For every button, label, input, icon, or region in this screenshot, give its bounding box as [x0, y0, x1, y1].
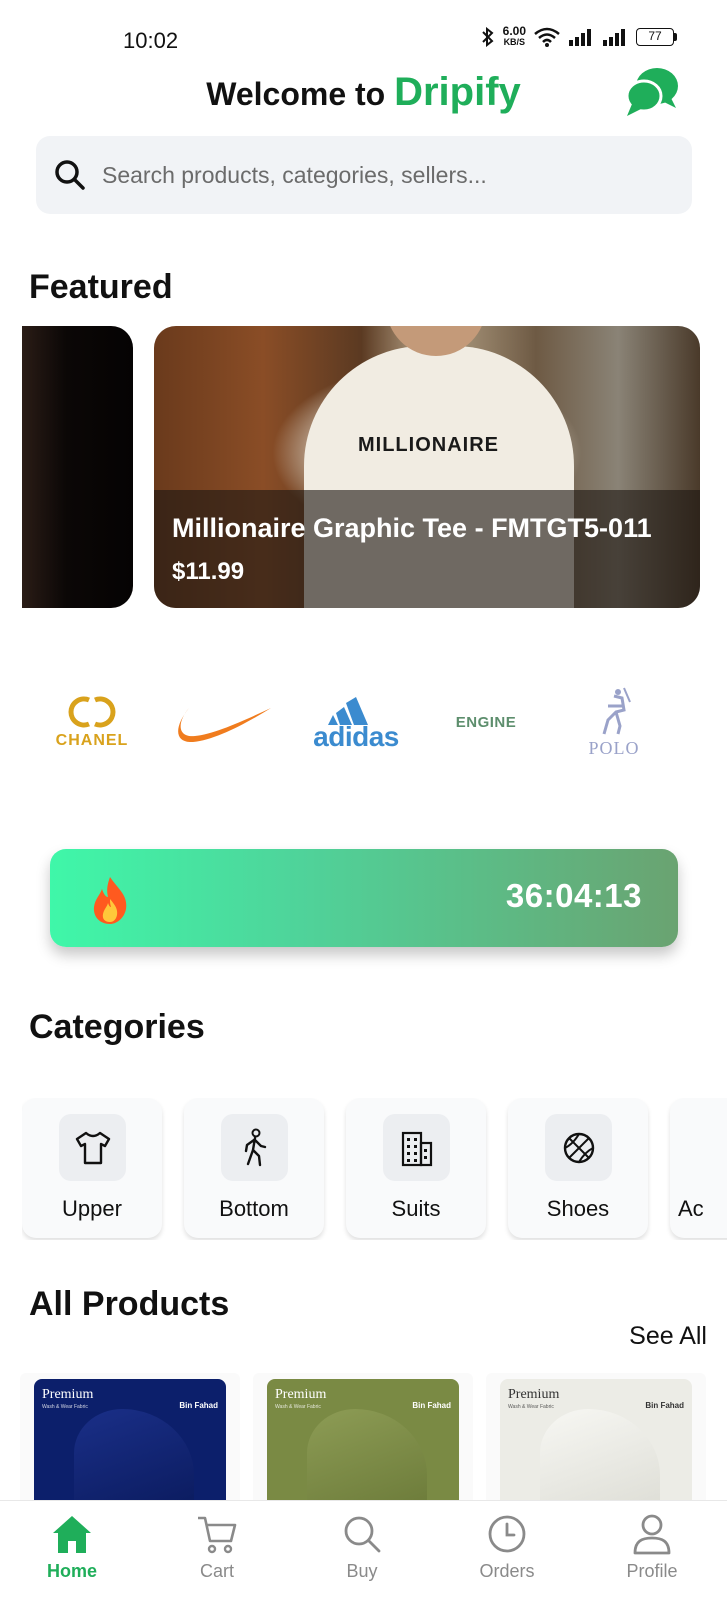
all-products-title: All Products — [29, 1285, 230, 1323]
categories-row: Upper Bottom Suits Shoes Ac — [22, 1098, 727, 1240]
see-all-link[interactable]: See All — [629, 1322, 707, 1351]
person-icon — [633, 1514, 671, 1555]
category-label: Suits — [391, 1196, 441, 1221]
featured-card[interactable]: MILLIONAIRE Millionaire Graphic Tee - FM… — [154, 326, 700, 608]
nav-cart[interactable]: Cart — [162, 1513, 272, 1593]
nav-label: Profile — [626, 1561, 678, 1581]
signal-icon — [569, 29, 591, 46]
adidas-logo[interactable]: adidas — [306, 672, 406, 772]
categories-title: Categories — [29, 1008, 205, 1046]
wifi-icon — [534, 27, 560, 47]
tee-print-text: MILLIONAIRE — [358, 434, 499, 456]
countdown-timer: 36:04:13 — [505, 877, 642, 914]
network-speed: 6.00 KB/S — [502, 24, 526, 47]
welcome-text: Welcome to — [206, 76, 386, 112]
product-image: Premium Wash & Wear Fabric Bin Fahad — [267, 1379, 459, 1500]
bluetooth-icon — [481, 27, 494, 47]
cart-icon — [198, 1516, 237, 1554]
category-label: Upper — [62, 1196, 122, 1221]
category-label: Ac — [678, 1196, 704, 1221]
product-card[interactable]: Premium Wash & Wear Fabric Bin Fahad — [253, 1373, 473, 1500]
nav-orders[interactable]: Orders — [452, 1513, 562, 1593]
product-image: Premium Wash & Wear Fabric Bin Fahad — [34, 1379, 226, 1500]
product-card[interactable]: Premium Wash & Wear Fabric Bin Fahad — [20, 1373, 240, 1500]
page-title: Welcome to Dripify — [0, 70, 727, 115]
chanel-logo[interactable]: CHANEL — [52, 672, 132, 772]
category-bottom[interactable]: Bottom — [184, 1098, 324, 1238]
featured-product-price: $11.99 — [172, 558, 245, 585]
category-accessories[interactable]: Ac — [670, 1098, 727, 1238]
category-label: Shoes — [546, 1196, 610, 1221]
search-icon — [344, 1516, 381, 1553]
brand-name: Dripify — [394, 70, 521, 114]
status-icons: 6.00 KB/S 77 — [481, 24, 677, 48]
search-bar[interactable] — [36, 136, 692, 214]
building-icon — [401, 1131, 432, 1166]
nav-label: Home — [46, 1561, 97, 1581]
featured-title: Featured — [29, 268, 173, 306]
signal-icon-2 — [603, 29, 625, 46]
search-icon — [55, 160, 85, 190]
home-icon — [53, 1516, 91, 1553]
category-shoes[interactable]: Shoes — [508, 1098, 648, 1238]
products-row: Premium Wash & Wear Fabric Bin Fahad Pre… — [20, 1373, 727, 1500]
nav-label: Orders — [479, 1561, 535, 1581]
search-input[interactable] — [102, 161, 672, 189]
nav-label: Cart — [199, 1561, 234, 1581]
nike-swoosh-logo[interactable] — [174, 672, 274, 772]
category-suits[interactable]: Suits — [346, 1098, 486, 1238]
product-card[interactable]: Premium Wash & Wear Fabric Bin Fahad — [486, 1373, 706, 1500]
clock-icon — [488, 1515, 526, 1553]
chat-bubbles-icon[interactable] — [624, 66, 680, 118]
featured-card-previous[interactable] — [22, 326, 133, 608]
product-image: Premium Wash & Wear Fabric Bin Fahad — [500, 1379, 692, 1500]
nav-label: Buy — [346, 1561, 378, 1581]
basketball-icon — [563, 1132, 594, 1163]
bottom-nav: Home Cart Buy Orders Profile — [0, 1500, 727, 1600]
fire-icon — [93, 877, 127, 924]
category-label: Bottom — [219, 1196, 289, 1221]
status-time: 10:02 — [123, 28, 179, 53]
nav-buy[interactable]: Buy — [307, 1513, 417, 1593]
brands-row: CHANEL adidas ENGINE POLO — [0, 672, 727, 772]
nav-profile[interactable]: Profile — [597, 1513, 707, 1593]
tshirt-icon — [75, 1131, 110, 1164]
category-upper[interactable]: Upper — [22, 1098, 162, 1238]
featured-product-name: Millionaire Graphic Tee - FMTGT5-011 — [172, 513, 652, 543]
nav-home[interactable]: Home — [17, 1513, 127, 1593]
polo-logo[interactable]: POLO — [574, 672, 654, 772]
walking-person-icon — [244, 1128, 266, 1166]
flash-sale-banner[interactable]: 36:04:13 — [50, 849, 678, 947]
battery-icon: 77 — [636, 28, 677, 46]
status-bar: 10:02 6.00 KB/S 77 — [0, 0, 727, 62]
engine-logo[interactable]: ENGINE — [446, 672, 526, 772]
app-header: Welcome to Dripify — [0, 62, 727, 126]
